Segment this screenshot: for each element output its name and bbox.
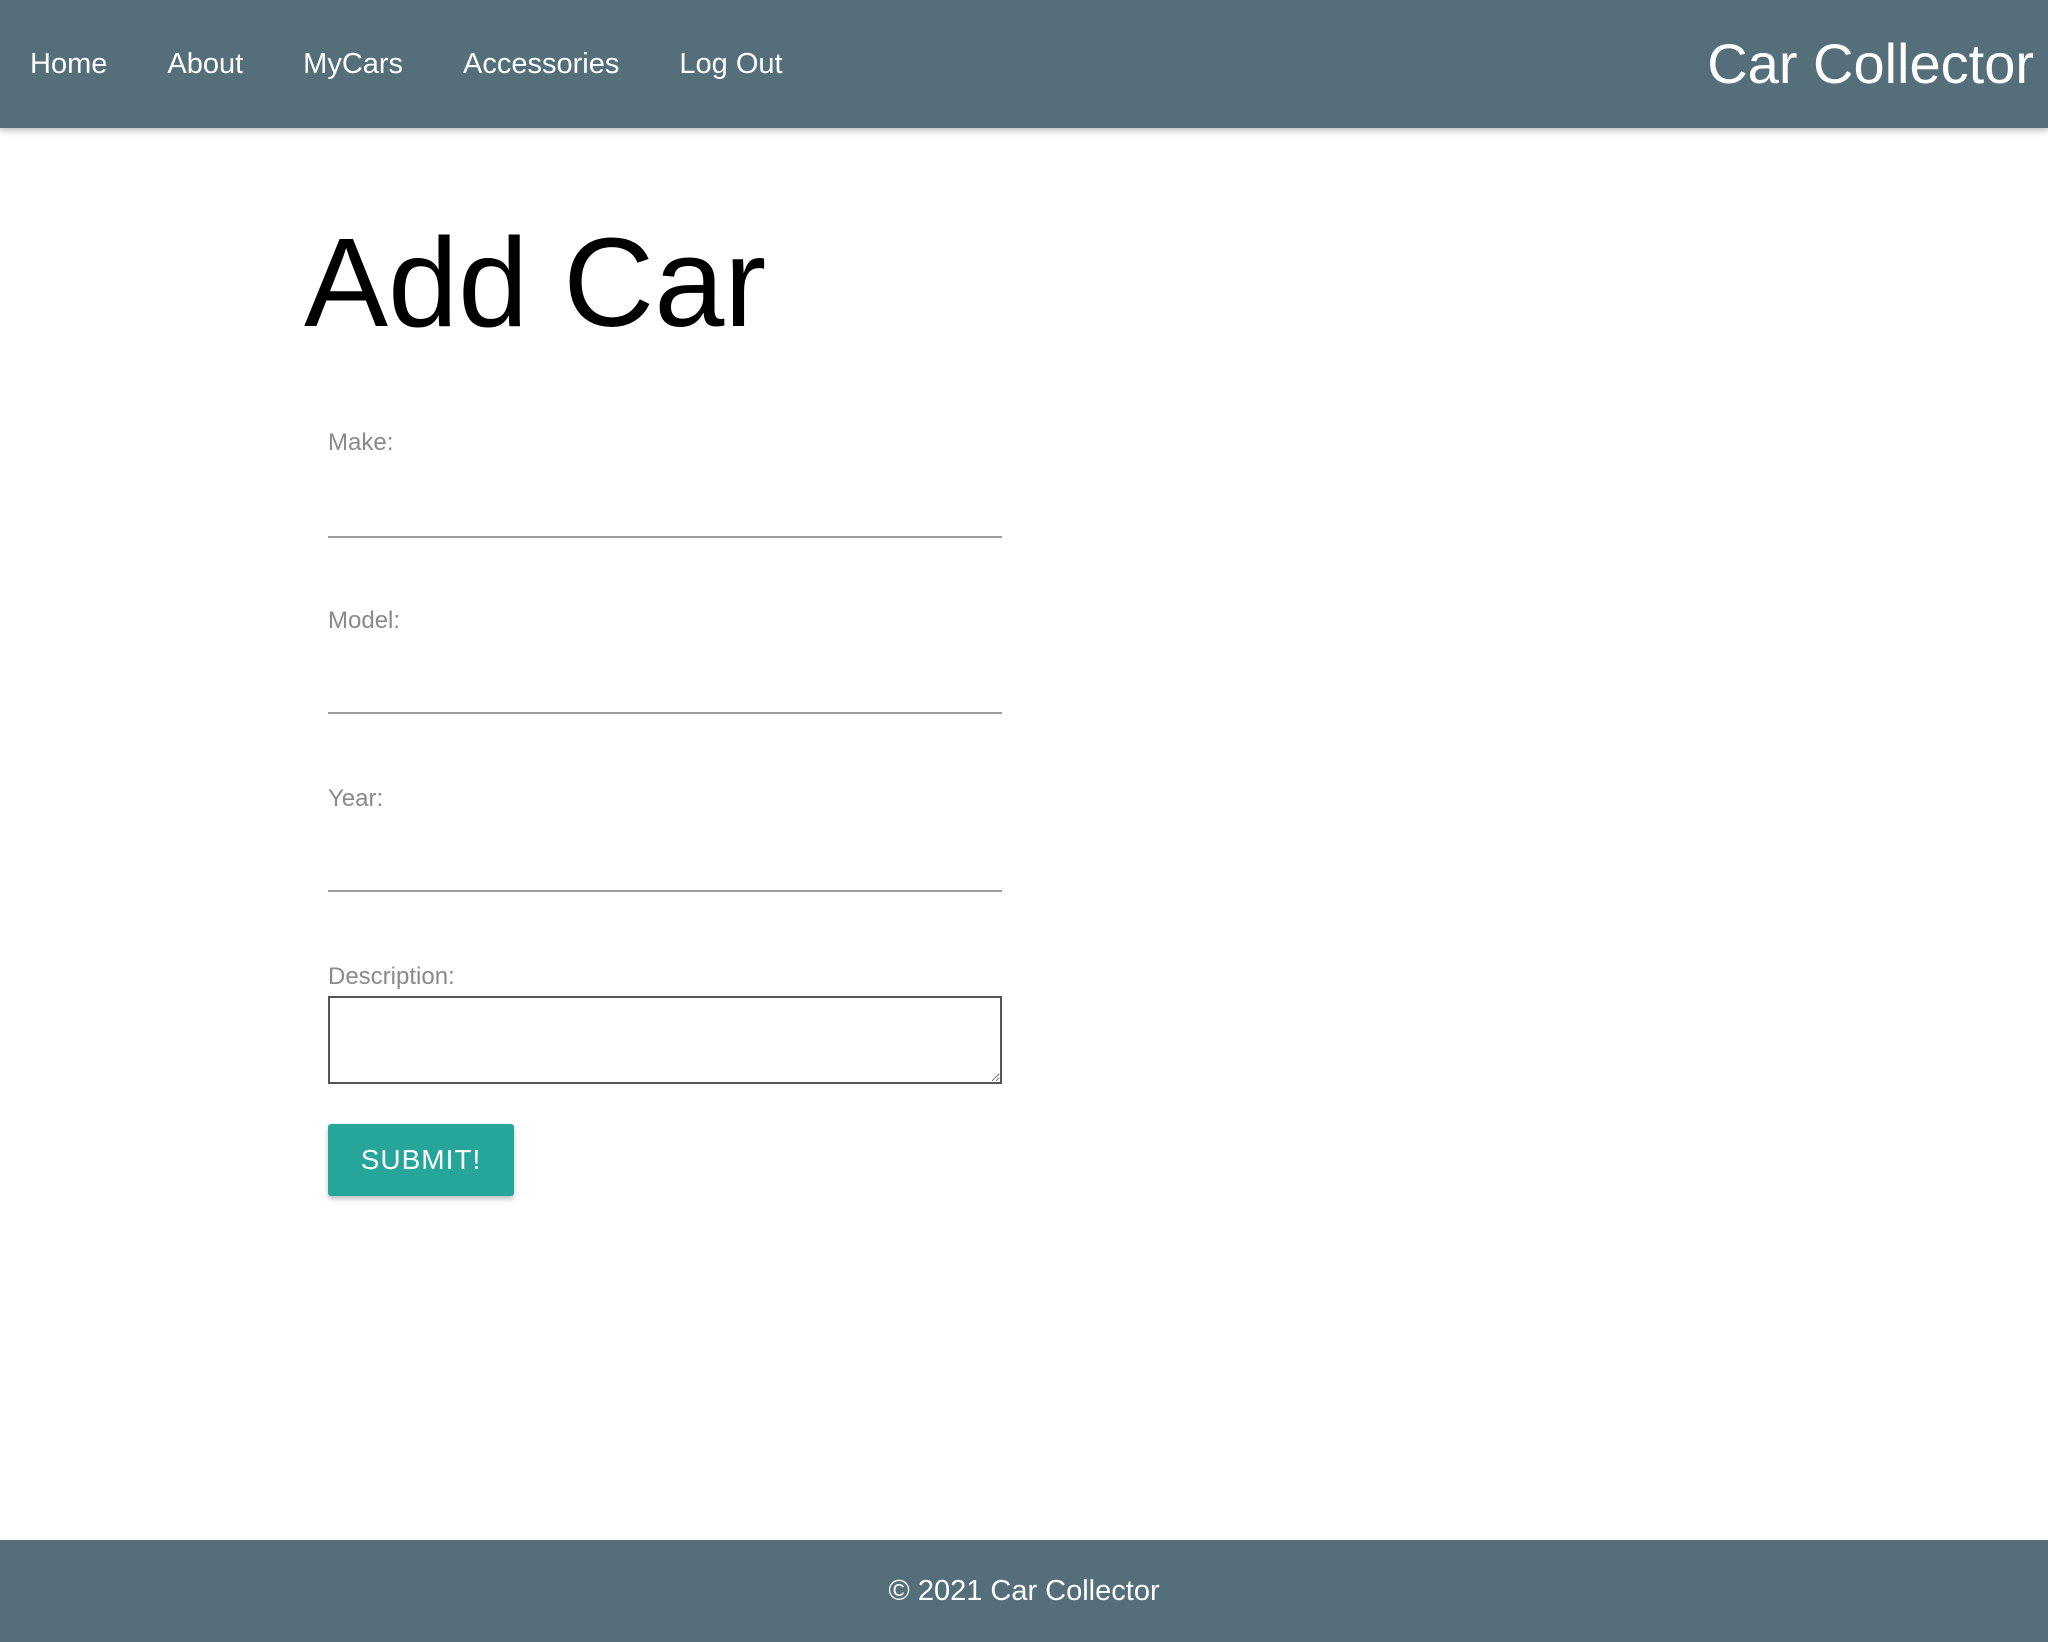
nav-link-accessories[interactable]: Accessories [433,0,649,128]
model-field-group: Model: [328,606,1002,734]
footer-copyright: © 2021 Car Collector [888,1575,1160,1607]
nav-link-about[interactable]: About [137,0,273,128]
brand-logo[interactable]: Car Collector [1707,0,2034,128]
nav-item-mycars: MyCars [273,0,433,128]
navbar: Home About MyCars Accessories Log Out Ca… [0,0,2048,128]
nav-item-accessories: Accessories [433,0,649,128]
nav-link-mycars[interactable]: MyCars [273,0,433,128]
make-label: Make: [328,429,394,456]
nav-item-logout: Log Out [649,0,812,128]
nav-links: Home About MyCars Accessories Log Out [0,0,813,128]
submit-button[interactable]: SUBMIT! [328,1124,514,1196]
nav-link-home[interactable]: Home [0,0,137,128]
year-label: Year: [328,785,384,812]
model-label: Model: [328,607,401,634]
description-textarea[interactable] [328,996,1002,1084]
nav-item-home: Home [0,0,137,128]
year-input[interactable] [328,836,1002,892]
year-field-group: Year: [328,784,1002,912]
model-input[interactable] [328,658,1002,714]
description-field-group: Description: [328,962,1002,1084]
make-field-group: Make: [328,428,1002,556]
page: Home About MyCars Accessories Log Out Ca… [0,0,2048,1642]
page-title: Add Car [304,212,767,353]
make-input[interactable] [328,482,1002,538]
nav-link-logout[interactable]: Log Out [649,0,812,128]
nav-item-about: About [137,0,273,128]
footer: © 2021 Car Collector [0,1540,2048,1642]
description-label: Description: [328,963,455,990]
